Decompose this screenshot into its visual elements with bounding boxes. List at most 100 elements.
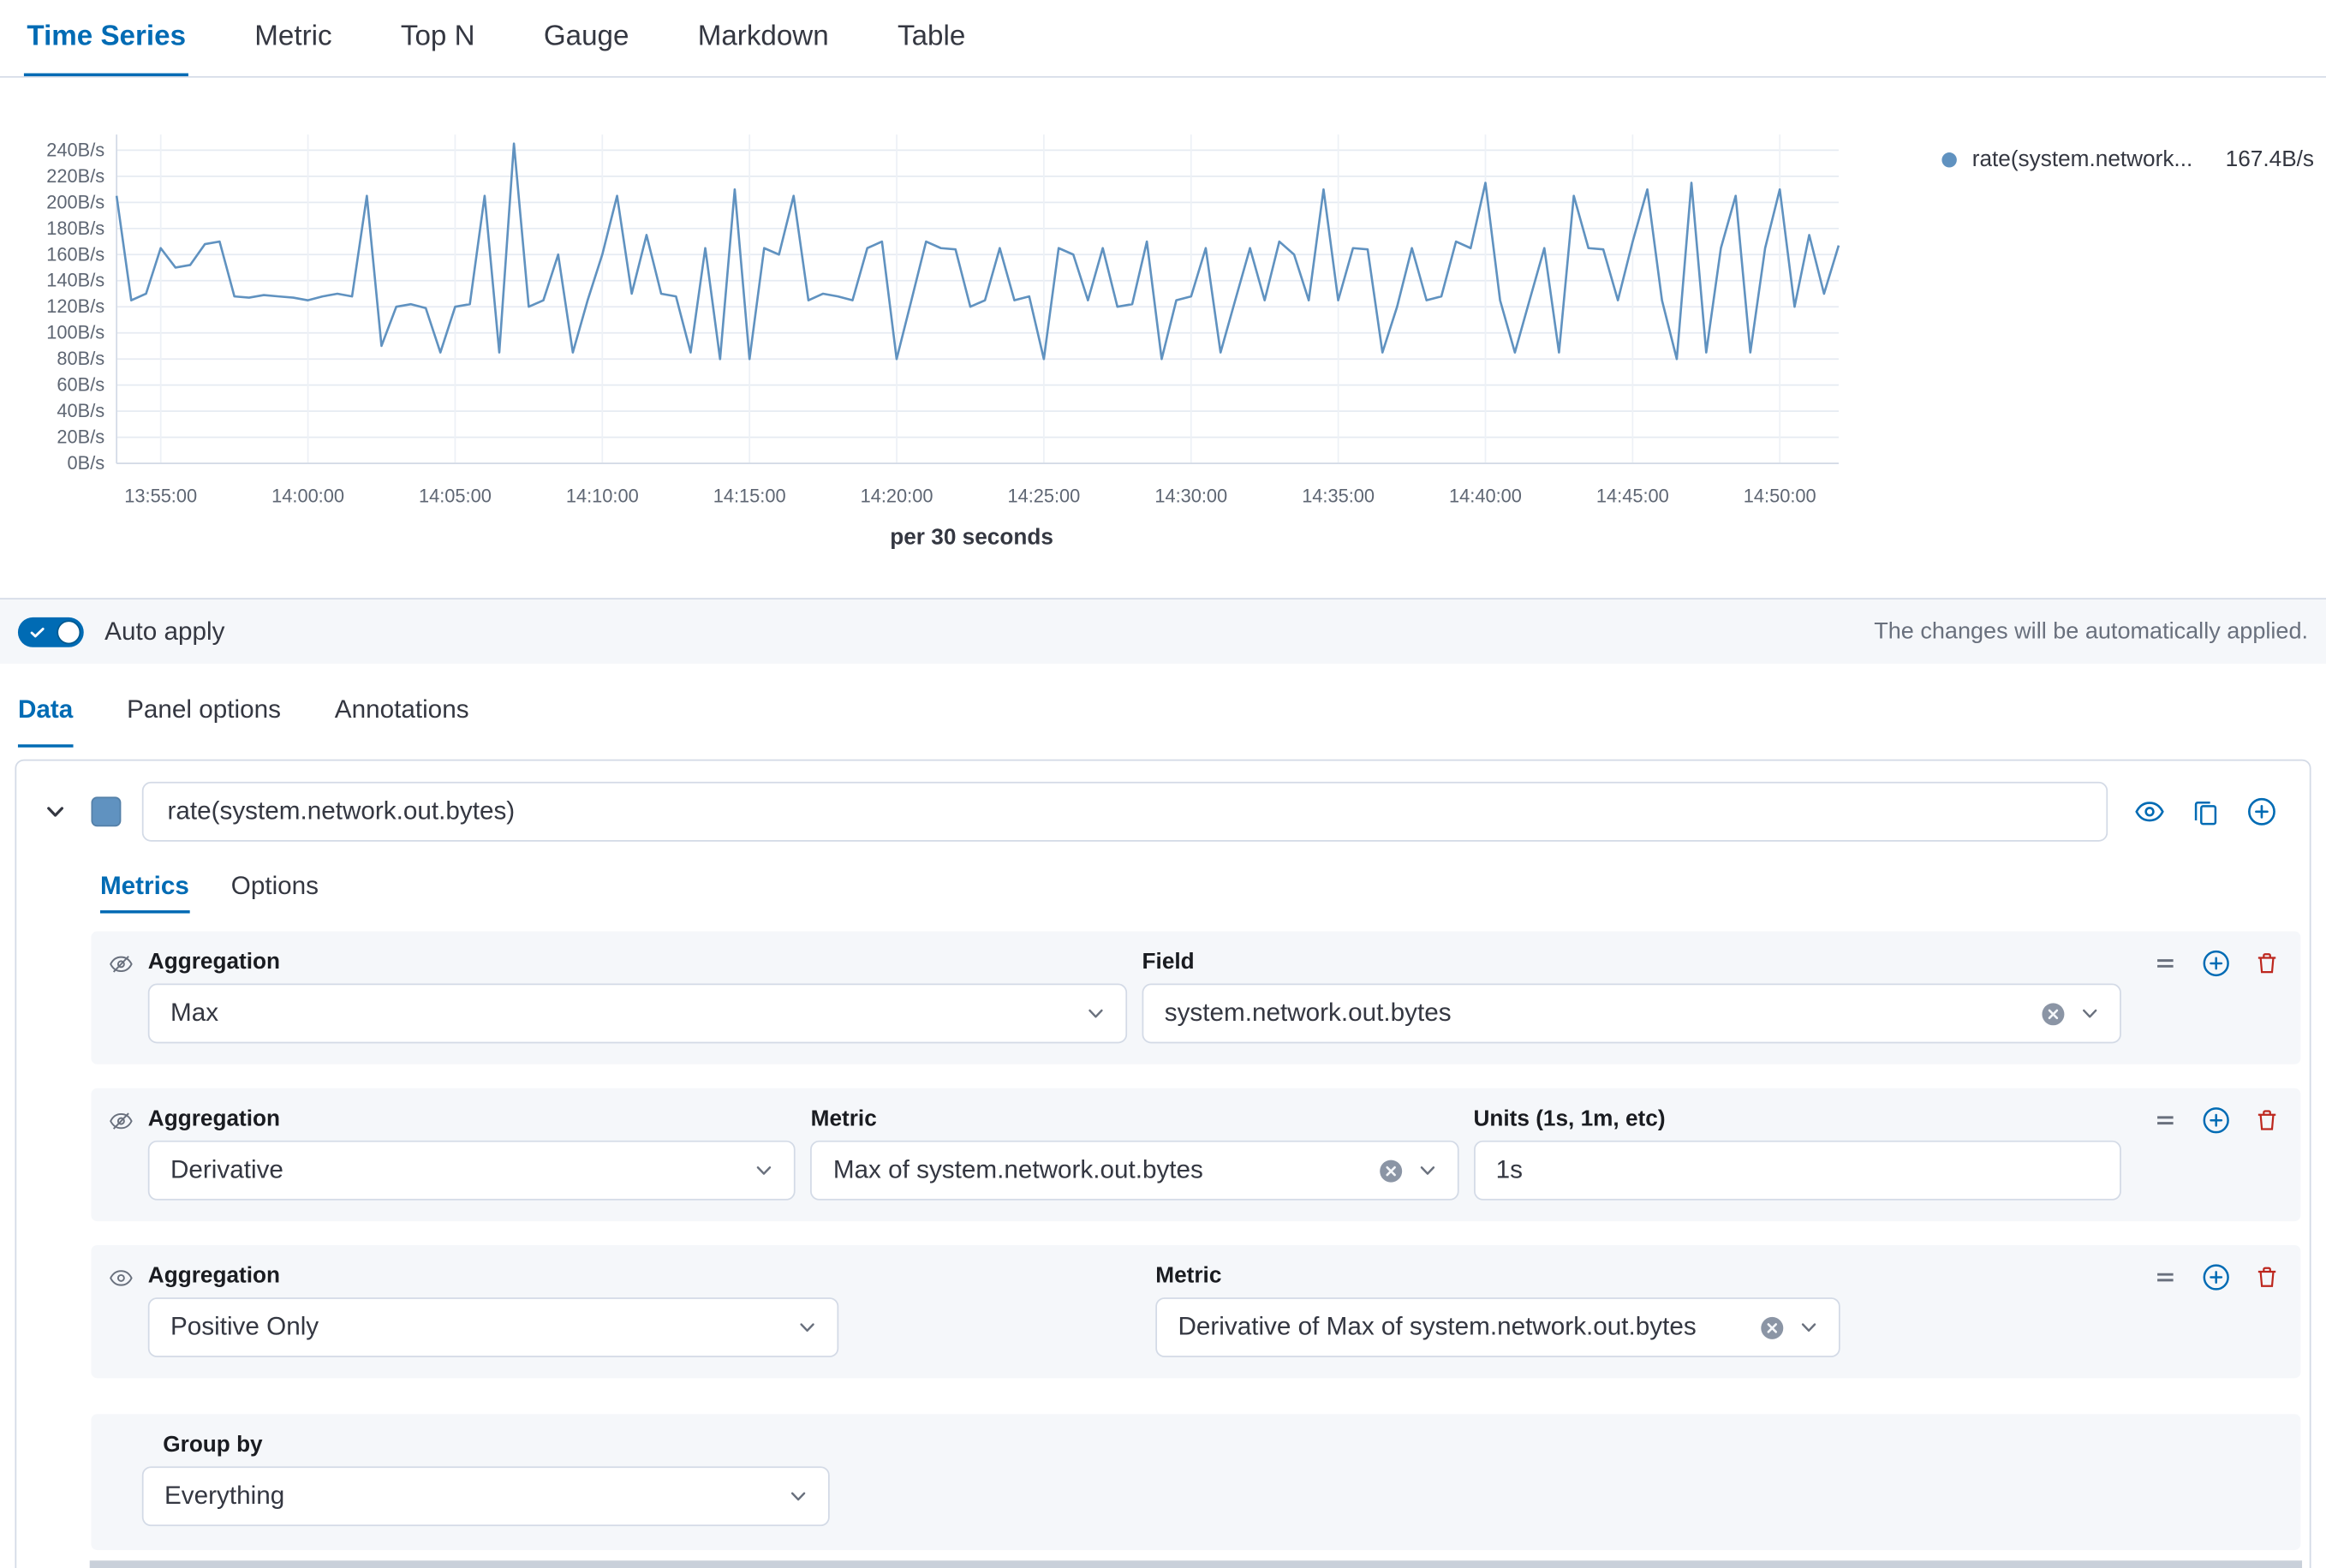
chevron-down-icon (2078, 1001, 2102, 1025)
chevron-down-icon (753, 1159, 777, 1183)
metric-rows: Aggregation Max Field system.network.out… (16, 914, 2310, 1551)
chevron-down-icon (796, 1315, 820, 1339)
clone-series-icon[interactable] (2192, 797, 2220, 826)
group-by-select[interactable]: Everything (142, 1466, 830, 1526)
units-input[interactable] (1473, 1141, 2120, 1201)
svg-text:80B/s: 80B/s (57, 348, 104, 369)
row-actions (2153, 1263, 2280, 1291)
series-header (16, 760, 2310, 862)
tsvb-editor: Time Series Metric Top N Gauge Markdown … (0, 0, 2326, 1568)
auto-apply-bar: Auto apply The changes will be automatic… (0, 598, 2326, 664)
tab-markdown[interactable]: Markdown (695, 0, 832, 76)
svg-text:14:20:00: 14:20:00 (861, 485, 933, 506)
clear-selection-icon[interactable] (1759, 1315, 1785, 1340)
drag-handle-icon[interactable] (2153, 1265, 2179, 1291)
metric-combo[interactable]: Max of system.network.out.bytes (811, 1141, 1458, 1201)
auto-apply-toggle[interactable] (18, 617, 84, 647)
delete-metric-icon[interactable] (2254, 951, 2280, 976)
tab-panel-options[interactable]: Panel options (127, 676, 281, 748)
check-icon (28, 623, 46, 641)
svg-text:14:15:00: 14:15:00 (713, 485, 786, 506)
field-label: Aggregation (148, 1106, 796, 1132)
legend-series-value: 167.4B/s (2226, 146, 2314, 172)
row-actions (2153, 1106, 2280, 1135)
legend-series-label: rate(system.network... (1972, 146, 2193, 172)
field-label: Aggregation (148, 1263, 838, 1289)
tab-data[interactable]: Data (18, 676, 73, 748)
chart-legend[interactable]: rate(system.network... 167.4B/s (1942, 146, 2314, 172)
toggle-series-visibility-icon[interactable] (2135, 796, 2165, 826)
svg-text:14:50:00: 14:50:00 (1744, 485, 1816, 506)
aggregation-select[interactable]: Max (148, 984, 1127, 1044)
tab-options[interactable]: Options (231, 862, 319, 913)
tab-metric[interactable]: Metric (252, 0, 335, 76)
aggregation-select[interactable]: Positive Only (148, 1297, 838, 1357)
drag-handle-icon[interactable] (2153, 1107, 2179, 1133)
metric-row: Aggregation Positive Only Metric Derivat… (91, 1245, 2300, 1378)
collapse-series-icon[interactable] (40, 796, 70, 826)
field-label: Units (1s, 1m, etc) (1473, 1106, 2120, 1132)
svg-text:240B/s: 240B/s (46, 139, 104, 160)
drag-handle-icon[interactable] (2153, 951, 2179, 976)
svg-text:13:55:00: 13:55:00 (124, 485, 197, 506)
metric-row: Aggregation Max Field system.network.out… (91, 931, 2300, 1064)
legend-series-dot (1942, 152, 1957, 166)
svg-text:14:00:00: 14:00:00 (271, 485, 344, 506)
series-tabs: Metrics Options (16, 862, 2310, 913)
series-label-input[interactable] (142, 782, 2108, 842)
svg-text:14:25:00: 14:25:00 (1007, 485, 1080, 506)
svg-text:14:45:00: 14:45:00 (1596, 485, 1669, 506)
aggregation-select[interactable]: Derivative (148, 1141, 796, 1201)
metric-combo[interactable]: Derivative of Max of system.network.out.… (1155, 1297, 1840, 1357)
series-actions (2129, 796, 2286, 826)
field-label: Field (1142, 949, 2121, 975)
add-metric-icon[interactable] (2202, 1106, 2230, 1135)
tab-table[interactable]: Table (895, 0, 969, 76)
visualization-type-tabs: Time Series Metric Top N Gauge Markdown … (0, 0, 2326, 78)
svg-text:140B/s: 140B/s (46, 270, 104, 291)
svg-text:14:35:00: 14:35:00 (1302, 485, 1375, 506)
editor-tabs: Data Panel options Annotations (0, 664, 2326, 748)
svg-text:14:30:00: 14:30:00 (1154, 485, 1227, 506)
add-series-icon[interactable] (2246, 796, 2276, 826)
delete-metric-icon[interactable] (2254, 1265, 2280, 1291)
series-color-swatch[interactable] (91, 796, 121, 826)
timeseries-chart[interactable]: 0B/s20B/s40B/s60B/s80B/s100B/s120B/s140B… (0, 122, 1943, 514)
svg-text:14:05:00: 14:05:00 (419, 485, 492, 506)
chevron-down-icon (1797, 1315, 1821, 1339)
metric-hidden-icon[interactable] (109, 952, 133, 984)
svg-text:60B/s: 60B/s (57, 374, 104, 396)
tab-metrics[interactable]: Metrics (100, 862, 189, 913)
series-panel: Metrics Options Aggregation Max (15, 760, 2311, 1568)
tab-top-n[interactable]: Top N (397, 0, 478, 76)
chevron-down-icon (1415, 1159, 1439, 1183)
field-combo[interactable]: system.network.out.bytes (1142, 984, 2121, 1044)
svg-text:220B/s: 220B/s (46, 165, 104, 187)
toggle-thumb (57, 620, 81, 644)
metric-visible-icon[interactable] (109, 1266, 133, 1297)
metric-hidden-icon[interactable] (109, 1109, 133, 1141)
svg-text:40B/s: 40B/s (57, 400, 104, 421)
chevron-down-icon (786, 1484, 810, 1508)
clear-selection-icon[interactable] (1378, 1158, 1404, 1183)
group-by-row: Group by Everything (91, 1414, 2300, 1550)
group-by-label: Group by (163, 1432, 2300, 1458)
add-metric-icon[interactable] (2202, 1263, 2230, 1291)
tab-annotations[interactable]: Annotations (335, 676, 469, 748)
svg-text:20B/s: 20B/s (57, 426, 104, 448)
row-actions (2153, 949, 2280, 977)
delete-metric-icon[interactable] (2254, 1107, 2280, 1133)
field-label: Metric (1155, 1263, 1840, 1289)
chart-interval-caption: per 30 seconds (0, 525, 1943, 551)
svg-text:14:40:00: 14:40:00 (1449, 485, 1522, 506)
svg-text:14:10:00: 14:10:00 (566, 485, 639, 506)
clear-selection-icon[interactable] (2041, 1001, 2067, 1027)
chevron-down-icon (1083, 1001, 1107, 1025)
timeseries-chart-panel: 0B/s20B/s40B/s60B/s80B/s100B/s120B/s140B… (0, 78, 2326, 598)
tab-time-series[interactable]: Time Series (24, 0, 189, 76)
field-label: Metric (811, 1106, 1458, 1132)
tab-gauge[interactable]: Gauge (540, 0, 632, 76)
svg-text:180B/s: 180B/s (46, 218, 104, 239)
add-metric-icon[interactable] (2202, 949, 2230, 977)
svg-text:200B/s: 200B/s (46, 191, 104, 212)
